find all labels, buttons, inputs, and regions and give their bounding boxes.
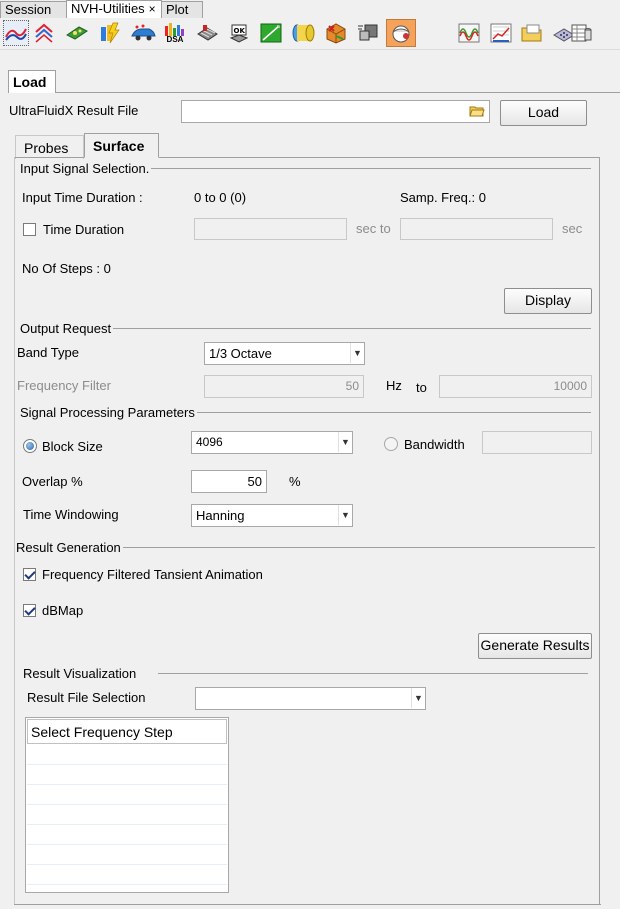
- band-type-select[interactable]: 1/3 Octave ▼: [204, 342, 365, 365]
- tab-load[interactable]: Load: [8, 70, 56, 93]
- result-visualization-title: Result Visualization: [23, 666, 139, 681]
- time-duration-checkbox[interactable]: [23, 223, 36, 236]
- cube-icon[interactable]: [323, 20, 349, 46]
- table-header[interactable]: Select Frequency Step: [27, 719, 227, 744]
- table-row[interactable]: [27, 745, 227, 765]
- ok-block-icon[interactable]: OK: [226, 20, 252, 46]
- result-visualization-group-line: [158, 673, 588, 674]
- display-button[interactable]: Display: [504, 288, 592, 314]
- folder-icon[interactable]: [519, 20, 545, 46]
- cylinder-icon[interactable]: [290, 20, 316, 46]
- chart-red-icon[interactable]: [488, 20, 514, 46]
- card-icon[interactable]: [355, 20, 381, 46]
- bandwidth-input[interactable]: [482, 431, 592, 454]
- close-icon[interactable]: ×: [149, 2, 156, 16]
- percent-label: %: [289, 474, 301, 489]
- tab-plot[interactable]: Plot: [161, 1, 203, 18]
- result-file-input[interactable]: [181, 100, 490, 123]
- tab-divider: [56, 92, 620, 93]
- hz-label: Hz: [386, 378, 402, 393]
- freq-filtered-animation-label: Frequency Filtered Tansient Animation: [42, 567, 263, 582]
- tab-session[interactable]: Session: [0, 1, 67, 18]
- freq-from-input[interactable]: 50: [204, 375, 364, 398]
- bandwidth-radio[interactable]: [384, 437, 398, 451]
- tab-nvh-utilities[interactable]: NVH-Utilities ×: [66, 0, 162, 18]
- chevron-down-icon[interactable]: ▼: [411, 688, 425, 708]
- sec-label: sec: [562, 221, 583, 236]
- dsa-icon[interactable]: DSA: [162, 20, 188, 46]
- overlay-curves-icon[interactable]: [31, 20, 57, 46]
- frequency-step-table[interactable]: Select Frequency Step: [25, 717, 229, 893]
- panel-bottom-border: [14, 904, 601, 905]
- chevron-down-icon[interactable]: ▼: [350, 343, 364, 363]
- dbmap-checkbox[interactable]: [23, 604, 36, 617]
- time-to-input[interactable]: [400, 218, 553, 240]
- grid-icon[interactable]: [194, 20, 220, 46]
- result-file-label: UltraFluidX Result File: [9, 103, 139, 118]
- svg-text:OK: OK: [234, 27, 246, 35]
- waveform-icon[interactable]: [456, 20, 482, 46]
- overlap-label: Overlap %: [22, 474, 83, 489]
- time-duration-label: Time Duration: [43, 222, 125, 237]
- input-time-duration-label: Input Time Duration :: [22, 190, 143, 205]
- energy-icon[interactable]: [97, 20, 123, 46]
- to-label: to: [416, 380, 427, 395]
- table-row[interactable]: [27, 825, 227, 845]
- frequency-filter-label: Frequency Filter: [17, 378, 111, 393]
- block-size-radio[interactable]: [23, 439, 37, 453]
- toolbar: DSA OK: [0, 18, 620, 50]
- car-probe-icon[interactable]: [130, 20, 156, 46]
- result-generation-title: Result Generation: [16, 540, 123, 555]
- grid-green-icon[interactable]: [258, 20, 284, 46]
- signal-processing-title: Signal Processing Parameters: [20, 405, 197, 420]
- overlap-input[interactable]: 50: [191, 470, 267, 493]
- dbmap-label: dBMap: [42, 603, 84, 618]
- block-size-label: Block Size: [42, 439, 103, 454]
- block-size-select[interactable]: 4096 ▼: [191, 431, 353, 454]
- table-row[interactable]: [27, 845, 227, 865]
- load-button[interactable]: Load: [500, 100, 587, 126]
- folder-open-icon[interactable]: [469, 103, 485, 122]
- freq-filtered-animation-checkbox[interactable]: [23, 568, 36, 581]
- time-windowing-select[interactable]: Hanning ▼: [191, 504, 353, 527]
- chevron-down-icon[interactable]: ▼: [338, 432, 352, 452]
- input-signal-title: Input Signal Selection.: [20, 161, 152, 176]
- steps-count: No Of Steps : 0: [22, 261, 111, 276]
- table-icon[interactable]: [568, 20, 594, 46]
- input-time-duration-value: 0 to 0 (0): [194, 190, 247, 205]
- top-tab-bar: Session NVH-Utilities × Plot: [0, 0, 620, 18]
- table-row[interactable]: [27, 785, 227, 805]
- tab-probes[interactable]: Probes: [15, 135, 84, 159]
- sec-to-label: sec to: [356, 221, 391, 236]
- freq-to-input[interactable]: 10000: [439, 375, 592, 398]
- result-file-selection-label: Result File Selection: [27, 690, 146, 705]
- tab-surface[interactable]: Surface: [84, 133, 159, 158]
- bandwidth-label: Bandwidth: [404, 437, 465, 452]
- result-file-selection-select[interactable]: ▼: [195, 687, 426, 710]
- table-row[interactable]: [27, 765, 227, 785]
- samp-freq-value: Samp. Freq.: 0: [400, 190, 486, 205]
- time-from-input[interactable]: [194, 218, 347, 240]
- chevron-down-icon[interactable]: ▼: [338, 505, 352, 525]
- model-icon[interactable]: [64, 20, 90, 46]
- orange-ball-icon[interactable]: [386, 19, 416, 47]
- time-windowing-label: Time Windowing: [23, 507, 119, 522]
- table-row[interactable]: [27, 865, 227, 885]
- curves-icon[interactable]: [3, 20, 29, 46]
- band-type-label: Band Type: [17, 345, 79, 360]
- output-request-title: Output Request: [20, 321, 114, 336]
- table-row[interactable]: [27, 805, 227, 825]
- generate-results-button[interactable]: Generate Results: [478, 633, 592, 659]
